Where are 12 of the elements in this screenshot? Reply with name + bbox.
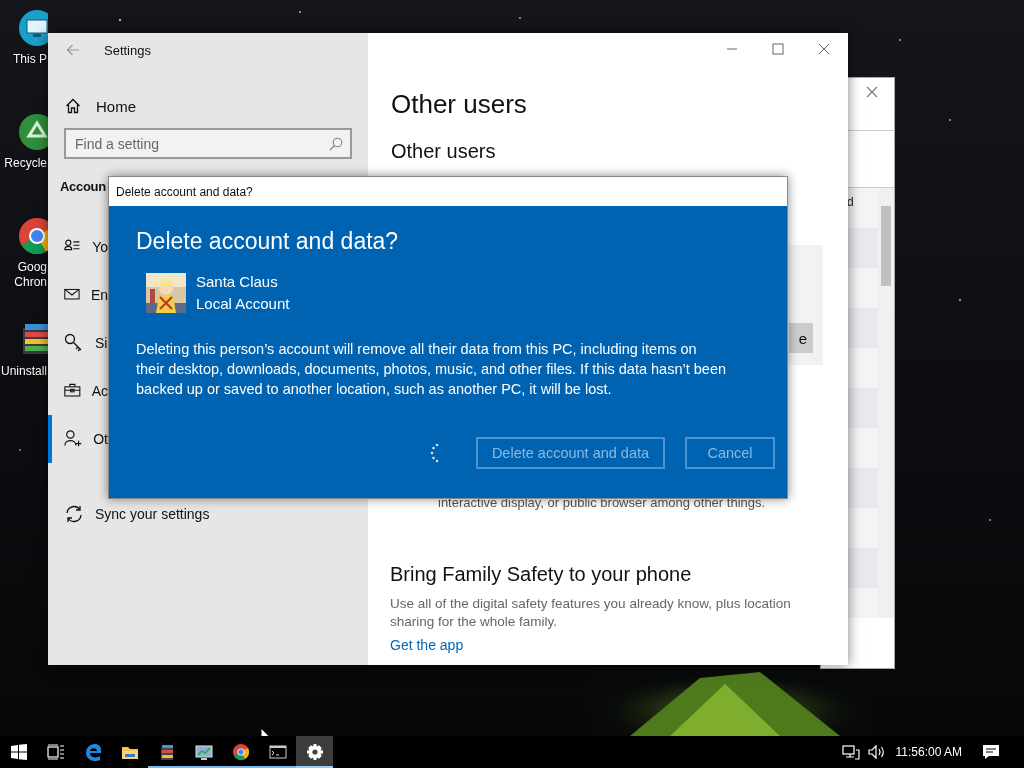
notifications-icon[interactable] bbox=[982, 744, 1000, 760]
volume-icon[interactable] bbox=[867, 744, 886, 760]
windows-logo-icon bbox=[10, 744, 27, 760]
clock[interactable]: 11:56:00 AM bbox=[895, 745, 962, 759]
chrome-browser-icon bbox=[231, 743, 250, 761]
settings-gear-icon bbox=[305, 743, 324, 761]
edge-browser-icon bbox=[83, 743, 102, 761]
console-icon bbox=[268, 743, 287, 761]
taskbar-app-button[interactable] bbox=[296, 736, 333, 768]
monitor-icon bbox=[194, 743, 213, 761]
task-view-icon bbox=[46, 744, 65, 760]
network-icon[interactable] bbox=[841, 744, 860, 760]
